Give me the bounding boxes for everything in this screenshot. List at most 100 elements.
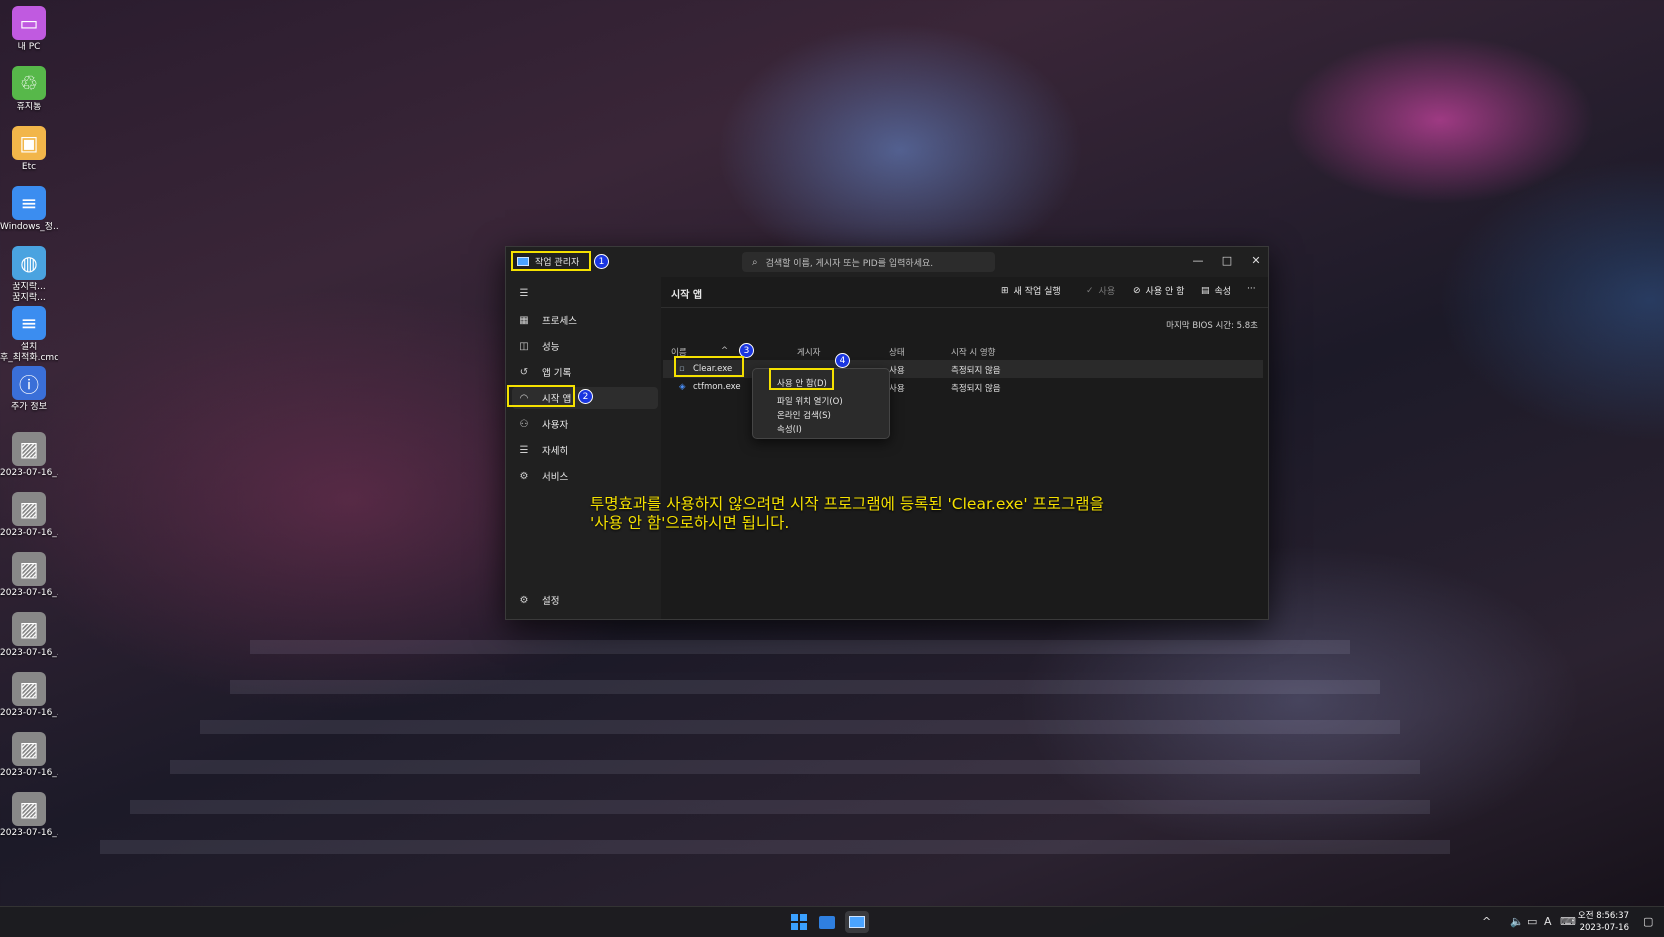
desktop-icon[interactable]: ▨ 2023-07-16_...	[0, 492, 58, 539]
recycle-bin-icon: ♲	[12, 66, 46, 100]
sort-chevron-icon: ^	[721, 346, 729, 356]
column-header-impact[interactable]: 시작 시 영향	[951, 346, 996, 358]
desktop-icon[interactable]: ♲ 휴지통	[0, 66, 58, 113]
screenshot-icon: ▨	[12, 612, 46, 646]
block-icon: ⊘	[1133, 285, 1141, 296]
desktop-icon[interactable]: ▨ 2023-07-16_...	[0, 612, 58, 659]
step-badge-4: 4	[835, 353, 850, 368]
start-button[interactable]	[787, 911, 811, 933]
desktop-icon[interactable]: ▭ 내 PC	[0, 6, 58, 53]
wallpaper-stripe	[230, 680, 1380, 694]
folder-icon: ▣	[12, 126, 46, 160]
screenshot-icon: ▨	[12, 492, 46, 526]
desktop-icon[interactable]: ▨ 2023-07-16_...	[0, 792, 58, 839]
new-task-icon: ⊞	[1001, 285, 1009, 296]
desktop-icon-label: 2023-07-16_...	[0, 768, 58, 778]
file-explorer-icon	[819, 915, 835, 929]
keyboard-icon[interactable]: ⌨	[1560, 915, 1576, 928]
ime-indicator[interactable]: A	[1544, 915, 1552, 928]
desktop-icon-label: Etc	[21, 162, 37, 172]
desktop-icon[interactable]: ▨ 2023-07-16_...	[0, 552, 58, 599]
properties-icon: ▤	[1201, 285, 1210, 296]
close-button[interactable]: ✕	[1244, 251, 1268, 269]
sidebar-item-settings[interactable]: ⚙ 설정	[512, 589, 658, 611]
desktop-icon[interactable]: ▨ 2023-07-16_...	[0, 672, 58, 719]
disable-label: 사용 안 함	[1145, 287, 1185, 297]
disable-button[interactable]: ⊘ 사용 안 함	[1133, 284, 1185, 298]
desktop-icon[interactable]: ◍ 꿈지락... 꿈지락...	[0, 246, 58, 304]
desktop-icon[interactable]: ≡ 설치 후_최적화.cmd	[0, 306, 58, 364]
info-icon: ⓘ	[12, 366, 46, 400]
speaker-icon[interactable]: 🔈	[1510, 915, 1524, 928]
sidebar-item-label: 앱 기록	[542, 368, 572, 379]
desktop-icon-label: 2023-07-16_...	[0, 588, 58, 598]
sidebar-item-performance[interactable]: ◫ 성능	[512, 335, 658, 357]
notification-icon[interactable]: ▢	[1643, 915, 1653, 928]
wallpaper-stripe	[250, 640, 1350, 654]
row-name: ctfmon.exe	[693, 382, 741, 392]
sidebar-item-services[interactable]: ⚙ 서비스	[512, 465, 658, 487]
desktop-icon[interactable]: ≡ Windows_정...	[0, 186, 58, 233]
highlight-box-clear	[674, 356, 744, 377]
clock[interactable]: 오전 8:56:37 2023-07-16	[1578, 910, 1629, 934]
page-title: 시작 앱	[671, 290, 703, 301]
bios-time: 마지막 BIOS 시간: 5.8초	[1166, 321, 1258, 331]
wallpaper-stripe	[130, 800, 1430, 814]
sidebar-item-label: 설정	[542, 596, 560, 607]
network-icon[interactable]: ▭	[1527, 915, 1537, 928]
screenshot-icon: ▨	[12, 432, 46, 466]
instruction-text: 투명효과를 사용하지 않으려면 시작 프로그램에 등록된 'Clear.exe'…	[590, 495, 1240, 533]
processes-icon: ▦	[519, 314, 529, 326]
desktop-icon-label: 설치 후_최적화.cmd	[0, 342, 58, 363]
desktop-icon[interactable]: ⓘ 추가 정보	[0, 366, 58, 413]
menu-item-open-file-location[interactable]: 파일 위치 열기(O)	[777, 395, 843, 407]
taskbar: ^ 🔈 ▭ A ⌨ 오전 8:56:37 2023-07-16 ▢	[0, 906, 1664, 937]
sidebar-item-users[interactable]: ⚇ 사용자	[512, 413, 658, 435]
maximize-button[interactable]: □	[1215, 251, 1239, 269]
column-header-status[interactable]: 상태	[889, 346, 905, 358]
desktop-icon-label: Windows_정...	[0, 222, 58, 232]
desktop-icon[interactable]: ▨ 2023-07-16_...	[0, 432, 58, 479]
clock-date: 2023-07-16	[1579, 923, 1629, 933]
minimize-button[interactable]: —	[1186, 251, 1210, 269]
menu-item-properties[interactable]: 속성(I)	[777, 423, 802, 435]
desktop-icon-label: 내 PC	[17, 42, 41, 52]
tray-overflow-chevron[interactable]: ^	[1482, 915, 1491, 928]
screenshot-icon: ▨	[12, 552, 46, 586]
sidebar-item-label: 성능	[542, 342, 560, 353]
services-icon: ⚙	[519, 470, 529, 482]
new-task-button[interactable]: ⊞ 새 작업 실행	[1001, 284, 1061, 298]
column-header-publisher[interactable]: 게시자	[797, 346, 820, 358]
file-explorer-button[interactable]	[815, 911, 839, 933]
enable-button[interactable]: ✓ 사용	[1086, 284, 1115, 298]
document-icon: ≡	[12, 306, 46, 340]
desktop-icon[interactable]: ▨ 2023-07-16_...	[0, 732, 58, 779]
task-manager-icon	[517, 256, 529, 266]
new-task-label: 새 작업 실행	[1013, 287, 1061, 297]
task-manager-taskbar-button[interactable]	[845, 911, 869, 933]
search-placeholder: 검색할 이름, 게시자 또는 PID를 입력하세요.	[765, 258, 934, 269]
sidebar-item-processes[interactable]: ▦ 프로세스	[512, 309, 658, 331]
desktop-icon[interactable]: ▣ Etc	[0, 126, 58, 173]
properties-button[interactable]: ▤ 속성	[1201, 284, 1232, 298]
menu-item-search-online[interactable]: 온라인 검색(S)	[777, 409, 831, 421]
hamburger-icon: ☰	[519, 287, 529, 299]
sidebar-item-app-history[interactable]: ↺ 앱 기록	[512, 361, 658, 383]
app-history-icon: ↺	[519, 366, 529, 378]
sidebar-item-label: 사용자	[542, 420, 569, 431]
hamburger-menu-button[interactable]: ☰	[512, 282, 658, 304]
instruction-line-2: '사용 안 함'으로하시면 됩니다.	[590, 514, 790, 532]
start-icon	[791, 914, 807, 930]
title-bar[interactable]: 작업 관리자 1 ⌕ 검색할 이름, 게시자 또는 PID를 입력하세요. — …	[506, 247, 1268, 277]
screenshot-icon: ▨	[12, 672, 46, 706]
properties-label: 속성	[1214, 287, 1232, 297]
sidebar-item-label: 프로세스	[542, 316, 577, 327]
search-input[interactable]: ⌕ 검색할 이름, 게시자 또는 PID를 입력하세요.	[742, 252, 995, 272]
search-icon: ⌕	[752, 256, 758, 268]
users-icon: ⚇	[519, 418, 529, 430]
more-options-button[interactable]: ···	[1247, 284, 1256, 294]
sidebar-item-details[interactable]: ☰ 자세히	[512, 439, 658, 461]
task-manager-icon	[849, 916, 865, 928]
highlight-box-disable	[769, 368, 834, 390]
row-status: 사용	[889, 384, 905, 394]
